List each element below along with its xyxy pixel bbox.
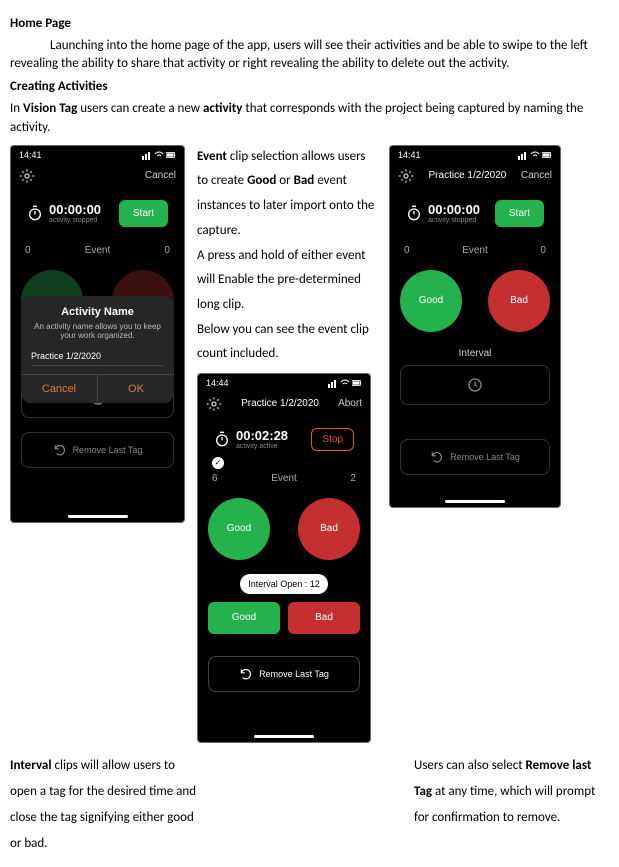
- clock-icon: [467, 377, 483, 393]
- event-left-count: 0: [404, 245, 410, 256]
- page-title: Practice 1/2/2020: [241, 398, 319, 409]
- text: at any time, which will prompt for confi…: [414, 784, 595, 825]
- stopwatch-icon: [214, 431, 230, 447]
- signal-icon: [142, 150, 152, 160]
- status-bar: 14:44: [198, 374, 370, 392]
- undo-icon: [239, 667, 253, 681]
- gear-icon[interactable]: [19, 168, 35, 184]
- text: Users can also select: [414, 758, 526, 773]
- timer-status: activity active: [236, 443, 288, 450]
- remove-label: Remove Last Tag: [450, 452, 520, 462]
- screenshot-activity-stopped: 14:41 Practice 1/2/2020 Cancel 00:00:00 …: [389, 145, 561, 508]
- abort-link[interactable]: Abort: [338, 398, 362, 409]
- remove-last-tag-button[interactable]: Remove Last Tag: [208, 656, 360, 692]
- event-label: Event: [85, 245, 111, 256]
- bad-button[interactable]: Bad: [298, 498, 360, 560]
- bad-button[interactable]: Bad: [488, 270, 550, 332]
- interval-label: Interval: [390, 348, 560, 359]
- text-bold: Interval: [10, 758, 52, 773]
- timer-status: activity stopped: [428, 217, 480, 224]
- text-bold: Good: [247, 173, 276, 188]
- text: or: [276, 173, 293, 188]
- heading-creating: Creating Activities: [10, 79, 609, 94]
- event-left-count: 0: [25, 245, 31, 256]
- screenshot-activity-name-modal: 14:41 Cancel 00:00:00 activity stopped S…: [10, 145, 185, 523]
- status-bar: 14:41: [11, 146, 184, 164]
- battery-icon: [542, 150, 552, 160]
- bottom-left-paragraph: Interval clips will allow users to open …: [10, 753, 200, 857]
- signal-icon: [328, 378, 338, 388]
- stopwatch-icon: [27, 205, 43, 221]
- home-indicator: [254, 735, 314, 738]
- timer-value: 00:00:00: [428, 202, 480, 217]
- undo-icon: [53, 443, 67, 457]
- wifi-icon: [340, 378, 350, 388]
- screenshot-activity-active: 14:44 Practice 1/2/2020 Abort 00:02:28 a…: [197, 373, 371, 743]
- start-button[interactable]: Start: [495, 200, 544, 227]
- interval-good-button[interactable]: Good: [208, 602, 280, 634]
- paragraph-creating: In Vision Tag users can create a new act…: [10, 100, 609, 136]
- remove-last-tag-button[interactable]: Remove Last Tag: [400, 439, 550, 475]
- text: In: [10, 101, 23, 116]
- start-button[interactable]: Start: [119, 200, 168, 227]
- remove-label: Remove Last Tag: [73, 445, 143, 455]
- text: users can create a new: [77, 101, 203, 116]
- home-indicator: [445, 500, 505, 503]
- event-right-count: 0: [164, 245, 170, 256]
- timer-value: 00:02:28: [236, 428, 288, 443]
- wifi-icon: [530, 150, 540, 160]
- cancel-link[interactable]: Cancel: [521, 170, 552, 181]
- activity-name-modal: Activity Name An activity name allows yo…: [21, 296, 174, 403]
- modal-ok-button[interactable]: OK: [98, 375, 174, 403]
- event-right-count: 0: [540, 245, 546, 256]
- gear-icon[interactable]: [398, 168, 414, 184]
- signal-icon: [518, 150, 528, 160]
- text-bold: Vision Tag: [23, 101, 77, 116]
- heading-home-page: Home Page: [10, 16, 609, 31]
- bottom-right-paragraph: Users can also select Remove last Tag at…: [414, 753, 604, 831]
- good-button[interactable]: Good: [400, 270, 462, 332]
- paragraph-home: Launching into the home page of the app,…: [10, 37, 609, 73]
- event-label: Event: [271, 473, 297, 484]
- activity-name-input[interactable]: Practice 1/2/2020: [31, 347, 164, 366]
- battery-icon: [352, 378, 362, 388]
- stop-button[interactable]: Stop: [311, 428, 354, 451]
- page-title: Practice 1/2/2020: [429, 170, 507, 181]
- interval-open-badge: Interval Open : 12: [240, 574, 328, 594]
- text-bold: Event: [197, 149, 227, 164]
- status-time: 14:44: [206, 378, 229, 388]
- remove-label: Remove Last Tag: [259, 669, 329, 679]
- modal-subtitle: An activity name allows you to keep your…: [31, 322, 164, 341]
- timer-value: 00:00:00: [49, 202, 101, 217]
- interval-bad-button[interactable]: Bad: [288, 602, 360, 634]
- timer-status: activity stopped: [49, 217, 101, 224]
- undo-icon: [430, 450, 444, 464]
- status-time: 14:41: [398, 150, 421, 160]
- check-icon: ✓: [212, 457, 224, 469]
- text-bold: Bad: [294, 173, 315, 188]
- cancel-link[interactable]: Cancel: [145, 170, 176, 181]
- stopwatch-icon: [406, 205, 422, 221]
- gear-icon[interactable]: [206, 396, 222, 412]
- mid-paragraph-3: Below you can see the event clip count i…: [197, 318, 377, 367]
- mid-paragraph-2: A press and hold of either event will En…: [197, 244, 377, 318]
- event-right-count: 2: [350, 473, 356, 484]
- wifi-icon: [154, 150, 164, 160]
- modal-cancel-button[interactable]: Cancel: [21, 375, 98, 403]
- battery-icon: [166, 150, 176, 160]
- status-time: 14:41: [19, 150, 42, 160]
- home-indicator: [68, 515, 128, 518]
- event-left-count: 6: [212, 473, 218, 484]
- mid-paragraph-1: Event clip selection allows users to cre…: [197, 145, 377, 244]
- modal-title: Activity Name: [31, 306, 164, 318]
- text-bold: activity: [203, 101, 242, 116]
- interval-button[interactable]: [400, 365, 550, 405]
- status-bar: 14:41: [390, 146, 560, 164]
- good-button[interactable]: Good: [208, 498, 270, 560]
- remove-last-tag-button[interactable]: Remove Last Tag: [21, 432, 174, 468]
- event-label: Event: [462, 245, 488, 256]
